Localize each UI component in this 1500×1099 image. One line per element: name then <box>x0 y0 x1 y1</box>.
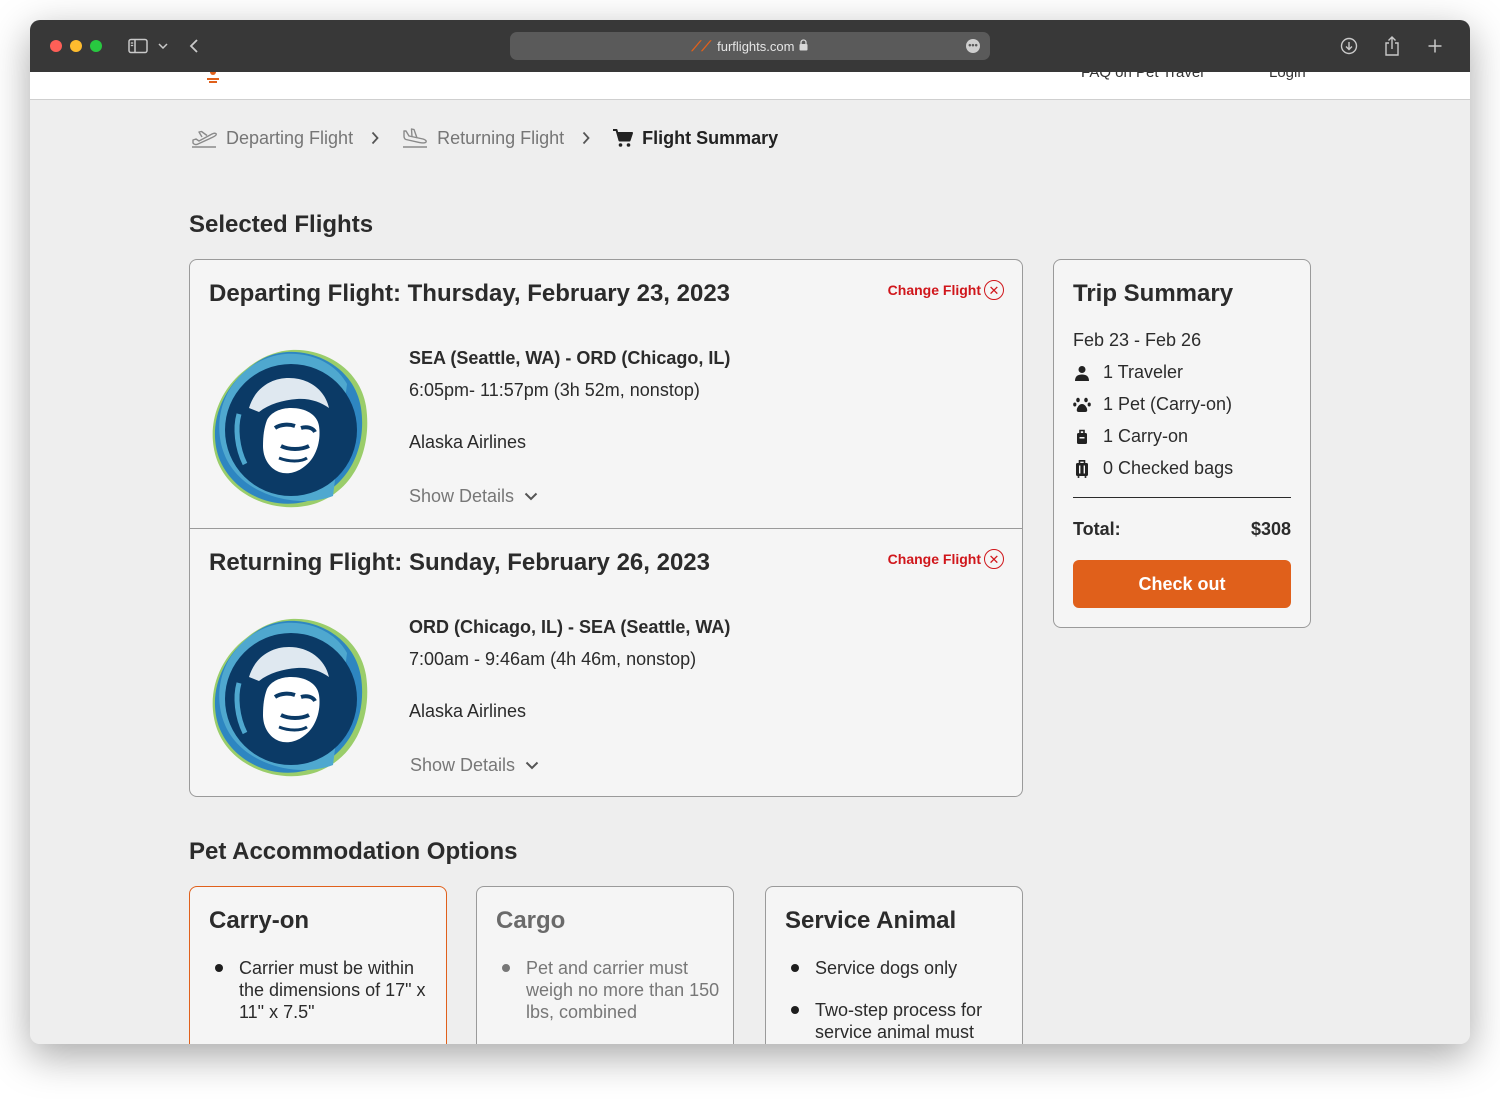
breadcrumb-flight-summary[interactable]: Flight Summary <box>612 128 778 149</box>
show-details-label: Show Details <box>409 486 515 506</box>
flight-times: 6:05pm- 11:57pm (3h 52m, nonstop) <box>409 380 700 400</box>
cart-icon <box>613 129 634 147</box>
trip-travelers: 1 Traveler <box>1073 362 1183 383</box>
nav-login-link[interactable]: Login <box>1269 72 1306 81</box>
chevron-right-icon <box>582 131 590 145</box>
download-icon[interactable] <box>1338 34 1360 58</box>
site-favicon-icon: ⟋⟋ <box>691 37 712 54</box>
pet-option-service-animal[interactable]: Service Animal Service dogs only Two-ste… <box>765 886 1023 1044</box>
new-tab-icon[interactable] <box>1424 34 1446 58</box>
close-circle-icon: ✕ <box>984 280 1004 300</box>
flight-route: SEA (Seattle, WA) - ORD (Chicago, IL) <box>409 348 731 368</box>
breadcrumb-departing-flight[interactable]: Departing Flight <box>190 127 353 149</box>
carry-on-bag-icon <box>1073 428 1091 446</box>
flight-airline: Alaska Airlines <box>409 432 527 452</box>
trip-summary-divider <box>1073 497 1291 498</box>
close-window-button[interactable] <box>50 40 62 52</box>
pet-option-list: Carrier must be within the dimensions of… <box>209 957 434 1043</box>
show-details-toggle[interactable]: Show Details <box>409 486 538 507</box>
zoom-window-button[interactable] <box>90 40 102 52</box>
pet-option-title: Service Animal <box>785 907 957 934</box>
share-icon[interactable] <box>1381 34 1403 58</box>
lock-icon <box>799 38 808 54</box>
pet-option-carry-on[interactable]: Carry-on Carrier must be within the dime… <box>189 886 447 1044</box>
paw-icon <box>1073 396 1091 414</box>
selected-flights-card: Departing Flight: Thursday, February 23,… <box>189 259 1023 797</box>
chevron-down-icon <box>524 492 538 501</box>
list-item: Pet and carrier must weigh no more than … <box>496 957 721 1023</box>
flight-heading: Departing Flight: Thursday, February 23,… <box>209 280 731 307</box>
pet-options-title: Pet Accommodation Options <box>189 838 518 865</box>
trip-summary-card: Trip Summary Feb 23 - Feb 26 1 Traveler … <box>1053 259 1311 628</box>
alaska-airlines-logo-icon <box>212 618 368 777</box>
luggage-icon <box>1073 459 1091 478</box>
pet-option-title: Carry-on <box>209 907 310 934</box>
breadcrumb-returning-flight[interactable]: Returning Flight <box>401 127 564 149</box>
list-item: Two-step process for service animal must <box>785 999 1010 1043</box>
trip-dates: Feb 23 - Feb 26 <box>1073 330 1202 350</box>
show-details-toggle[interactable]: Show Details <box>410 755 539 776</box>
browser-toolbar: ⟋⟋ furflights.com ••• <box>30 20 1470 72</box>
furflights-logo-icon[interactable] <box>206 72 220 84</box>
browser-window: ⟋⟋ furflights.com ••• FAQ on Pet Travel … <box>30 20 1470 1044</box>
back-icon[interactable] <box>184 34 204 58</box>
nav-faq-link[interactable]: FAQ on Pet Travel <box>1081 72 1204 81</box>
site-header: FAQ on Pet Travel Login <box>30 72 1470 100</box>
chevron-down-icon <box>525 761 539 770</box>
address-bar[interactable]: ⟋⟋ furflights.com ••• <box>510 32 990 60</box>
alaska-airlines-logo-icon <box>212 349 368 508</box>
total-label: Total: <box>1073 519 1121 539</box>
chevron-right-icon <box>371 131 379 145</box>
url-text: furflights.com <box>717 38 795 54</box>
pet-option-title: Cargo <box>496 907 566 934</box>
flight-route: ORD (Chicago, IL) - SEA (Seattle, WA) <box>409 617 731 637</box>
flight-airline: Alaska Airlines <box>409 701 527 721</box>
plane-landing-icon <box>403 128 428 148</box>
trip-pets: 1 Pet (Carry-on) <box>1073 394 1232 415</box>
more-options-icon[interactable]: ••• <box>966 39 980 53</box>
close-circle-icon: ✕ <box>984 549 1004 569</box>
total-value: $308 <box>1250 519 1291 539</box>
flight-heading: Returning Flight: Sunday, February 26, 2… <box>209 549 710 576</box>
departing-flight-section: Departing Flight: Thursday, February 23,… <box>190 260 1022 528</box>
breadcrumb: Departing Flight Returning Flight Flight… <box>190 123 778 153</box>
change-departing-flight-button[interactable]: Change Flight ✕ <box>888 280 1004 300</box>
returning-flight-section: Returning Flight: Sunday, February 26, 2… <box>190 528 1022 796</box>
sidebar-toggle-icon[interactable] <box>126 34 150 58</box>
selected-flights-title: Selected Flights <box>189 211 374 238</box>
person-icon <box>1073 364 1091 382</box>
list-item: Service dogs only <box>785 957 1010 979</box>
change-flight-label: Change Flight <box>887 282 981 298</box>
breadcrumb-label: Returning Flight <box>437 127 565 148</box>
trip-checked-bags: 0 Checked bags <box>1073 458 1233 479</box>
page-content: Departing Flight Returning Flight Flight… <box>30 101 1470 1044</box>
pet-option-list: Service dogs only Two-step process for s… <box>785 957 1010 1044</box>
trip-summary-title: Trip Summary <box>1073 280 1234 307</box>
trip-carry-on: 1 Carry-on <box>1073 426 1188 447</box>
minimize-window-button[interactable] <box>70 40 82 52</box>
plane-takeoff-icon <box>192 130 217 148</box>
pet-option-list: Pet and carrier must weigh no more than … <box>496 957 721 1043</box>
checkout-button[interactable]: Check out <box>1073 560 1291 608</box>
list-item: Carrier must be within the dimensions of… <box>209 957 434 1023</box>
show-details-label: Show Details <box>410 755 516 775</box>
pet-option-cargo[interactable]: Cargo Pet and carrier must weigh no more… <box>476 886 734 1044</box>
flight-times: 7:00am - 9:46am (4h 46m, nonstop) <box>409 649 697 669</box>
breadcrumb-label: Departing Flight <box>226 127 354 148</box>
change-returning-flight-button[interactable]: Change Flight ✕ <box>888 549 1004 569</box>
chevron-down-icon[interactable] <box>156 34 170 58</box>
change-flight-label: Change Flight <box>887 551 981 567</box>
breadcrumb-label: Flight Summary <box>642 127 779 148</box>
